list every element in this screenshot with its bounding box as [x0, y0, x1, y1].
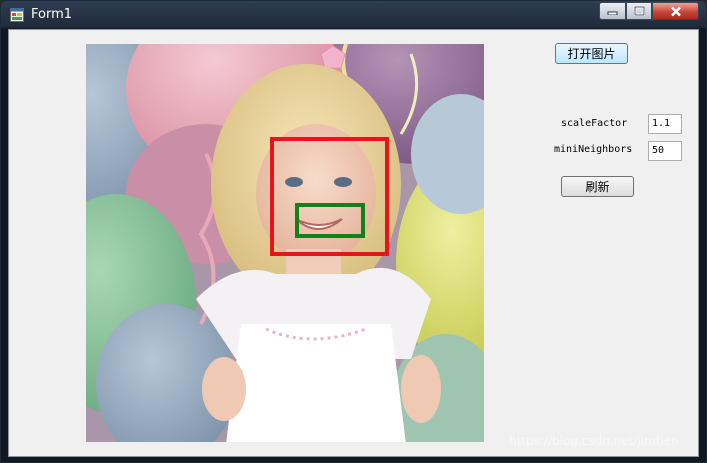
photo-image	[86, 44, 484, 442]
app-window: Form1 打开图片 scaleFactor 1.1 miniNeighbors…	[0, 0, 707, 463]
minimize-button[interactable]	[599, 2, 626, 20]
face-detection-box	[270, 137, 389, 256]
maximize-icon	[627, 3, 651, 19]
scale-factor-field[interactable]: 1.1	[648, 114, 682, 134]
close-button[interactable]	[652, 2, 699, 20]
window-title: Form1	[31, 7, 73, 22]
smile-detection-box	[295, 203, 365, 238]
form-client-area: 打开图片 scaleFactor 1.1 miniNeighbors 50 刷新	[8, 29, 699, 457]
close-icon	[653, 3, 698, 19]
minimize-icon	[600, 3, 625, 19]
refresh-button[interactable]: 刷新	[561, 176, 634, 197]
watermark-text: https://blog.csdn.net/jimtien	[509, 434, 679, 448]
title-bar[interactable]: Form1	[1, 1, 706, 29]
min-neighbors-label: miniNeighbors	[554, 144, 633, 155]
scale-factor-label: scaleFactor	[561, 118, 628, 129]
min-neighbors-field[interactable]: 50	[648, 141, 682, 161]
maximize-button[interactable]	[626, 2, 652, 20]
form-app-icon[interactable]	[10, 8, 24, 22]
open-image-button[interactable]: 打开图片	[555, 43, 628, 64]
